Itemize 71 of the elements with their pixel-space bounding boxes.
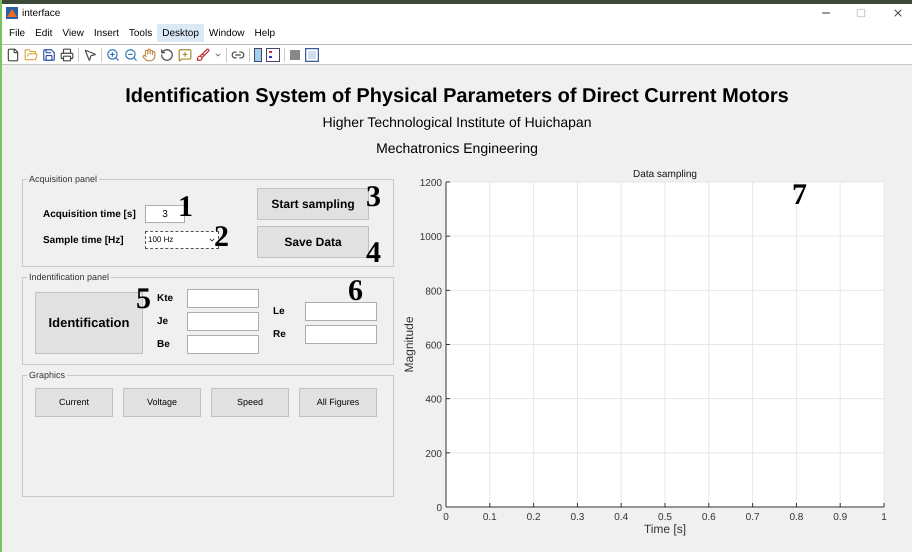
chart-title: Data sampling <box>633 169 697 180</box>
save-icon[interactable] <box>42 48 56 62</box>
y-tick-label: 0 <box>436 503 442 514</box>
action-button[interactable]: All Figures <box>299 388 377 417</box>
x-tick-label: 0.1 <box>482 512 497 523</box>
window-icon[interactable] <box>305 48 319 62</box>
x-tick-label: 0.7 <box>746 512 760 523</box>
field-label: Sample time [Hz] <box>43 234 125 248</box>
x-tick-label: 0.3 <box>570 512 584 523</box>
x-tick-label: 0.5 <box>658 512 672 523</box>
menu-item[interactable]: Tools <box>124 24 158 42</box>
menu-item[interactable]: Insert <box>88 24 124 42</box>
x-tick-label: 0 <box>443 512 449 523</box>
panel-title: Graphics <box>27 369 68 381</box>
caret-icon <box>208 236 216 244</box>
callout-number: 7 <box>792 180 807 210</box>
pointer-icon[interactable] <box>83 48 97 62</box>
field-label: Be <box>157 338 171 352</box>
window-title: interface <box>22 6 60 20</box>
x-tick-label: 0.9 <box>833 512 848 523</box>
menu-item[interactable]: Window <box>204 24 250 42</box>
app-logo-icon <box>6 7 18 19</box>
close-icon[interactable] <box>892 7 904 19</box>
x-tick-label: 0.8 <box>789 512 804 523</box>
y-tick-label: 1200 <box>420 178 442 189</box>
action-button[interactable]: Current <box>35 388 113 417</box>
input-field[interactable] <box>187 312 259 331</box>
legend-icon[interactable] <box>266 48 280 62</box>
print-icon[interactable] <box>60 48 74 62</box>
square-icon[interactable] <box>289 48 301 60</box>
field-label: Kte <box>157 292 174 306</box>
x-tick-label: 0.6 <box>702 512 716 523</box>
callout-number: 4 <box>366 238 381 268</box>
zoom-out-icon[interactable] <box>124 48 138 62</box>
action-button[interactable]: Voltage <box>123 388 201 417</box>
callout-number: 6 <box>348 276 363 306</box>
input-field[interactable] <box>305 325 377 344</box>
field-label: Le <box>273 305 286 319</box>
y-axis-label: Magnitude <box>402 316 416 373</box>
subtitle: Higher Technological Institute of Huichapan <box>322 113 592 132</box>
x-axis-label: Time [s] <box>644 522 686 536</box>
x-tick-label: 1 <box>881 512 887 523</box>
new-file-icon[interactable] <box>6 48 20 62</box>
input-field[interactable] <box>187 289 259 308</box>
subtitle: Mechatronics Engineering <box>376 139 538 158</box>
input-field[interactable] <box>187 335 259 354</box>
y-tick-label: 1000 <box>420 232 442 244</box>
menu-item[interactable]: View <box>57 24 89 42</box>
action-button[interactable]: Speed <box>211 388 289 417</box>
brush-icon[interactable] <box>196 48 210 62</box>
field-label: Je <box>157 315 170 329</box>
x-tick-label: 0.4 <box>614 512 628 523</box>
input-field[interactable] <box>305 302 377 321</box>
field-label: Acquisition time [s] <box>43 208 137 222</box>
menu-item[interactable]: Edit <box>30 24 58 42</box>
menu-item[interactable]: File <box>4 24 30 42</box>
field-label: Re <box>273 328 287 342</box>
menu-item[interactable]: Help <box>250 24 280 42</box>
panel-title: Indentification panel <box>27 271 112 283</box>
panel-title: Acquisition panel <box>27 173 100 185</box>
zoom-in-icon[interactable] <box>106 48 120 62</box>
y-tick-label: 600 <box>425 340 442 352</box>
rotate-icon[interactable] <box>160 48 174 62</box>
x-tick-label: 0.2 <box>526 512 541 523</box>
callout-number: 3 <box>366 182 381 212</box>
y-tick-label: 400 <box>425 394 442 406</box>
app-heading: Identification System of Physical Parameters of Direct Current Motors <box>125 84 789 109</box>
y-tick-label: 800 <box>425 286 442 298</box>
colorbar-icon[interactable] <box>254 48 262 62</box>
y-tick-label: 200 <box>425 448 442 460</box>
menu-item[interactable]: Desktop <box>157 24 204 42</box>
